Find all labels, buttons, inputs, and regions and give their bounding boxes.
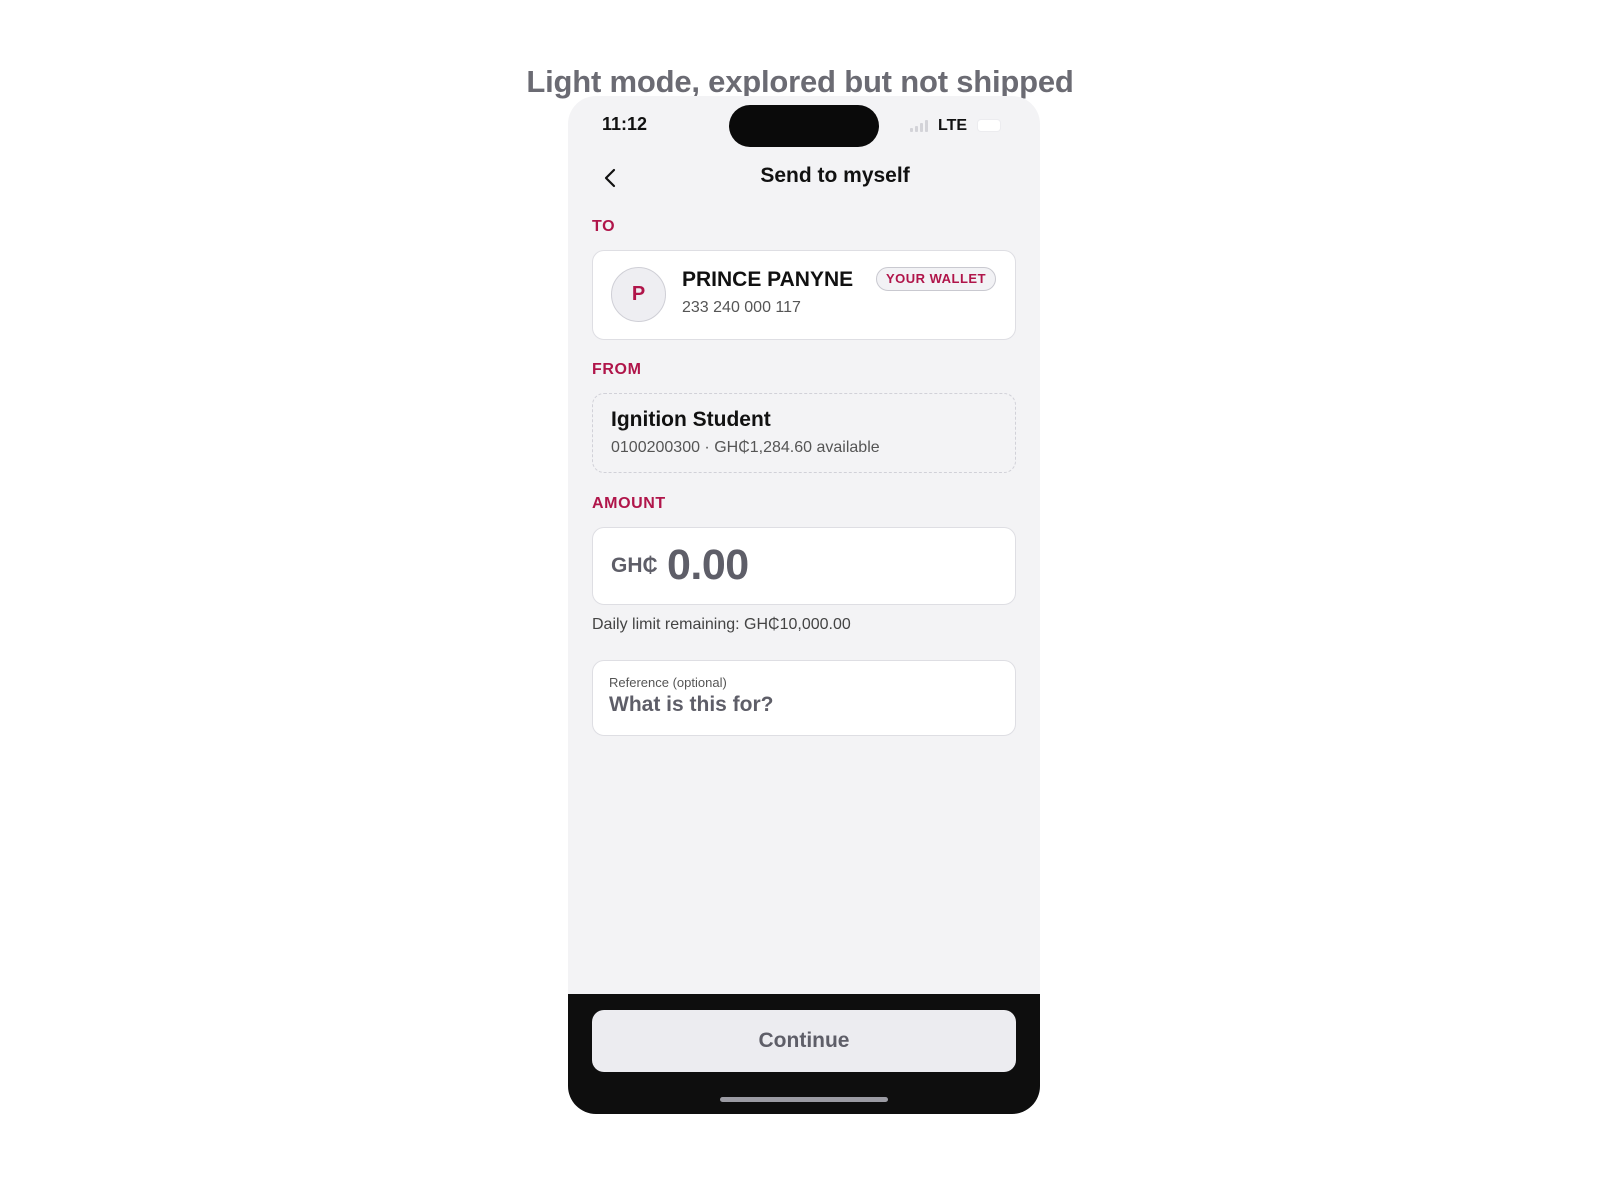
recipient-name: PRINCE PANYNE [682,268,854,291]
daily-limit-text: Daily limit remaining: GH₵10,000.00 [592,616,851,633]
to-label: TO [592,218,616,235]
bottom-bar: Continue [568,994,1040,1114]
battery-icon [978,120,1000,131]
amount-field[interactable]: GH₵ 0.00 [592,527,1016,605]
recipient-phone: 233 240 000 117 [682,299,801,316]
home-indicator [720,1097,888,1102]
continue-button[interactable]: Continue [592,1010,1016,1072]
source-account-detail: 0100200300 · GH₵1,284.60 available [611,439,880,456]
reference-field[interactable]: Reference (optional) [592,660,1016,736]
from-label: FROM [592,361,642,378]
status-time: 11:12 [602,114,648,134]
dynamic-island [729,105,879,147]
page-caption: Light mode, explored but not shipped [526,64,1074,99]
status-bar: 11:12 LTE [568,96,1040,156]
source-account-name: Ignition Student [611,408,771,431]
reference-input[interactable] [609,693,989,717]
amount-value[interactable]: 0.00 [667,541,749,590]
nav-bar: Send to myself [568,158,1040,198]
amount-label: AMOUNT [592,495,666,512]
signal-icon [910,120,930,132]
avatar: P [611,267,666,322]
currency-symbol: GH₵ [611,554,658,577]
source-account-card[interactable]: Ignition Student 0100200300 · GH₵1,284.6… [592,393,1016,473]
network-type: LTE [938,117,968,134]
recipient-card[interactable]: P PRINCE PANYNE 233 240 000 117 YOUR WAL… [592,250,1016,340]
wallet-badge: YOUR WALLET [876,267,996,291]
reference-label: Reference (optional) [609,675,727,690]
page-title: Send to myself [760,164,910,187]
phone-screen: 11:12 LTE Send to myself TO P PRINCE PAN… [568,96,1040,1114]
